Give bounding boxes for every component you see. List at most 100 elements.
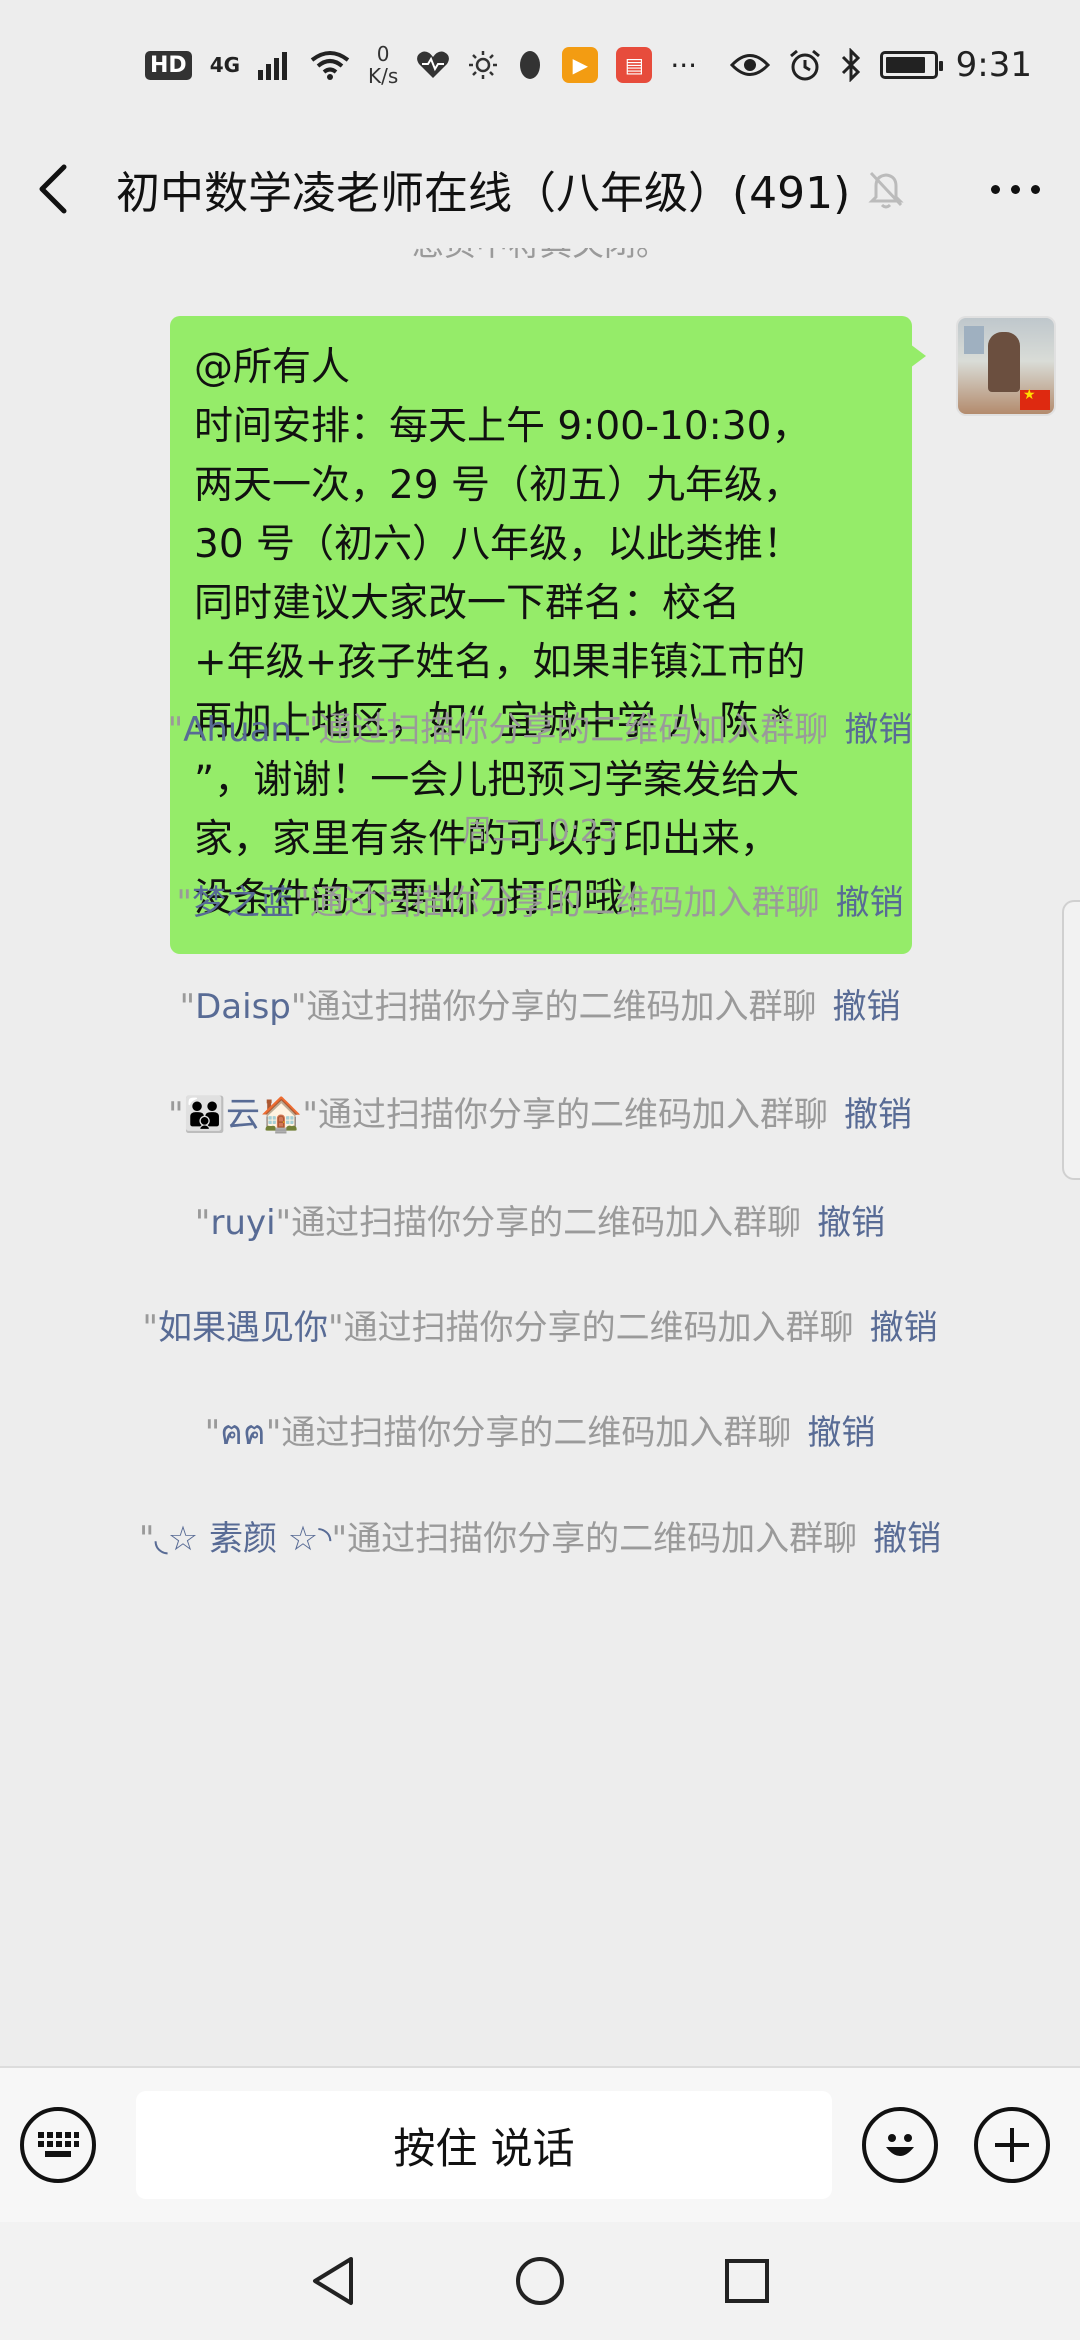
join-notice: "如果遇见你"通过扫描你分享的二维码加入群聊 撤销 — [0, 1303, 1080, 1353]
quote-mark: " — [302, 710, 319, 750]
more-dot-icon — [1031, 184, 1040, 194]
hd-badge: HD — [145, 50, 192, 80]
emoji-button[interactable] — [862, 2107, 938, 2183]
join-notice-text: 通过扫描你分享的二维码加入群聊 — [343, 1308, 854, 1348]
chevron-left-icon — [39, 164, 67, 214]
status-bar-right: 9:31 — [729, 45, 1032, 85]
quote-mark: " — [194, 1203, 211, 1243]
quote-mark: " — [265, 1413, 282, 1453]
square-recents-icon — [724, 2259, 769, 2303]
message-text-line: ”，谢谢！一会儿把预习学案发给大 — [194, 758, 800, 803]
chat-info-more-button[interactable] — [981, 175, 1050, 204]
system-navigation-bar — [0, 2222, 1080, 2340]
keyboard-toggle-button[interactable] — [20, 2107, 96, 2183]
quote-mark: " — [142, 1308, 158, 1348]
circle-home-icon — [515, 2257, 564, 2305]
battery-icon — [879, 51, 943, 79]
nav-home-button[interactable] — [510, 2251, 570, 2311]
message-bubble[interactable]: @所有人时间安排：每天上午 9:00-10:30， 两天一次，29 号（初五）九年… — [170, 316, 926, 954]
chat-message-list[interactable]: 息页中将其关闭。 @所有人时间安排：每天上午 9:00-10:30， 两天一次，2… — [0, 248, 1080, 2066]
join-notice-text: 通过扫描你分享的二维码加入群聊 — [306, 987, 817, 1027]
member-name-link[interactable]: 👪云🏠 — [184, 1095, 303, 1135]
bluetooth-icon — [841, 48, 860, 82]
wechat-group-chat-screen: HD 4G 0 K/s ▶ ▤ ··· 9:31 初中数学凌老师在线（八年级）(… — [0, 0, 1080, 2340]
join-notice-text: 通过扫描你分享的二维码加入群聊 — [291, 1203, 802, 1243]
avatar[interactable] — [956, 316, 1056, 416]
nav-recents-button[interactable] — [717, 2251, 777, 2311]
message-text-line: 30 号（初六）八年级，以此类推！ — [194, 522, 803, 567]
triangle-back-icon — [313, 2257, 354, 2305]
join-notice: "👪云🏠"通过扫描你分享的二维码加入群聊 撤销 — [0, 1090, 1080, 1140]
message-text-line: 同时建议大家改一下群名：校名 — [194, 581, 741, 626]
quote-mark: " — [204, 1413, 221, 1453]
quote-mark: " — [168, 1095, 184, 1135]
brightness-icon — [469, 51, 498, 79]
scroll-handle[interactable] — [1062, 900, 1080, 1180]
join-notice: "Daisp"通过扫描你分享的二维码加入群聊 撤销 — [0, 982, 1080, 1032]
undo-link[interactable]: 撤销 — [836, 883, 904, 923]
china-flag-icon — [1020, 387, 1050, 410]
quote-mark: " — [331, 1519, 348, 1559]
member-name-link[interactable]: ฅฅ — [220, 1413, 266, 1453]
signal-icon — [258, 52, 288, 80]
avatar-photo-frame — [964, 326, 984, 354]
status-bar: HD 4G 0 K/s ▶ ▤ ··· 9:31 — [0, 0, 1080, 130]
message-text-line: +年级+孩子姓名，如果非镇江市的 — [194, 640, 806, 685]
quote-mark: " — [275, 1203, 292, 1243]
more-actions-button[interactable] — [974, 2107, 1050, 2183]
reader-app-icon: ▤ — [616, 47, 653, 83]
network-speed: 0 K/s — [368, 43, 398, 87]
eye-comfort-icon — [729, 54, 770, 76]
video-app-icon: ▶ — [562, 47, 599, 83]
member-name-link[interactable]: 梦之蓝 — [192, 883, 294, 923]
undo-link[interactable]: 撤销 — [870, 1308, 938, 1348]
undo-link[interactable]: 撤销 — [844, 710, 912, 750]
wifi-icon — [310, 51, 350, 80]
join-notice: "ruyi"通过扫描你分享的二维码加入群聊 撤销 — [0, 1198, 1080, 1248]
chat-input-bar: 按住 说话 — [0, 2066, 1080, 2222]
join-notice: "梦之蓝"通过扫描你分享的二维码加入群聊 撤销 — [0, 878, 1080, 928]
join-notice-text: 通过扫描你分享的二维码加入群聊 — [309, 883, 820, 923]
undo-link[interactable]: 撤销 — [844, 1095, 912, 1135]
back-button[interactable] — [28, 159, 78, 219]
undo-link[interactable]: 撤销 — [833, 987, 901, 1027]
undo-link[interactable]: 撤销 — [817, 1203, 885, 1243]
plus-icon — [995, 2128, 1029, 2162]
quote-mark: " — [167, 710, 184, 750]
message-text-line: 两天一次，29 号（初五）九年级， — [194, 463, 803, 508]
page-title: 初中数学凌老师在线（八年级）(491) — [116, 168, 851, 219]
avatar-photo-person — [988, 332, 1020, 392]
nav-back-button[interactable] — [303, 2251, 363, 2311]
clipped-system-notice: 息页中将其关闭。 — [0, 248, 1080, 268]
join-notice-text: 通过扫描你分享的二维码加入群聊 — [317, 1095, 828, 1135]
mute-bell-icon — [864, 167, 908, 211]
member-name-link[interactable]: 如果遇见你 — [158, 1308, 328, 1348]
network-type-label: 4G — [209, 53, 241, 77]
member-name-link[interactable]: Daisp — [195, 987, 291, 1027]
undo-link[interactable]: 撤销 — [807, 1413, 875, 1453]
status-bar-left: HD 4G 0 K/s ▶ ▤ ··· — [145, 43, 697, 87]
join-notice-text: 通过扫描你分享的二维码加入群聊 — [318, 710, 829, 750]
member-name-link[interactable]: Ahuan. — [183, 710, 303, 750]
hold-to-talk-button[interactable]: 按住 说话 — [136, 2091, 832, 2199]
quote-mark: " — [302, 1095, 318, 1135]
quote-mark: " — [294, 883, 310, 923]
join-notice-text: 通过扫描你分享的二维码加入群聊 — [347, 1519, 858, 1559]
network-speed-value: 0 — [376, 42, 390, 66]
alarm-icon — [789, 49, 820, 81]
health-heart-icon — [417, 51, 450, 78]
message-text-line: @所有人 — [194, 345, 351, 390]
join-notice: "Ahuan."通过扫描你分享的二维码加入群聊 撤销 — [0, 705, 1080, 755]
member-name-link[interactable]: ruyi — [210, 1203, 275, 1243]
quote-mark: " — [176, 883, 192, 923]
message-timestamp: 周二 10:23 — [462, 814, 618, 849]
qq-penguin-icon — [520, 51, 541, 79]
quote-mark: " — [179, 987, 196, 1027]
join-notice: "◟☆ 素颜 ☆◝"通过扫描你分享的二维码加入群聊 撤销 — [0, 1514, 1080, 1564]
join-notice-text: 通过扫描你分享的二维码加入群聊 — [281, 1413, 792, 1453]
undo-link[interactable]: 撤销 — [873, 1519, 941, 1559]
more-notifications-icon: ··· — [670, 48, 698, 82]
member-name-link[interactable]: ◟☆ 素颜 ☆◝ — [155, 1519, 332, 1559]
message-text-line: 时间安排：每天上午 9:00-10:30， — [194, 404, 811, 449]
quote-mark: " — [328, 1308, 344, 1348]
